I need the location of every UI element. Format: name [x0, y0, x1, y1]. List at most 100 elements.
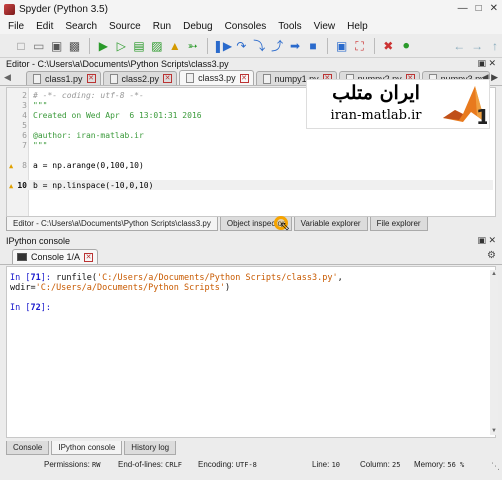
line-number: 4: [22, 110, 27, 120]
forward-icon[interactable]: →: [470, 38, 484, 54]
menu-tools[interactable]: Tools: [278, 21, 301, 32]
console-pane-title: IPython console: [6, 236, 71, 246]
menu-file[interactable]: File: [8, 21, 24, 32]
fullscreen-icon[interactable]: ⛶: [353, 38, 367, 54]
code-text: @author: iran-matlab.ir: [33, 130, 144, 140]
continue-icon[interactable]: ➡: [288, 38, 302, 54]
status-eol: End-of-lines: CRLF: [118, 460, 182, 469]
console-tabs: Console 1/A ✕ ⚙: [0, 247, 502, 265]
close-tab-icon[interactable]: ✕: [239, 73, 249, 83]
status-value: CRLF: [165, 461, 183, 469]
line-number-text: 8: [22, 160, 27, 170]
tab-file-explorer[interactable]: File explorer: [369, 217, 428, 231]
tab-history-log[interactable]: History log: [124, 441, 177, 455]
tab-list-icon[interactable]: ◀: [4, 72, 11, 83]
tab-variable-explorer[interactable]: Variable explorer: [293, 217, 368, 231]
resize-grip-icon[interactable]: ⋱: [491, 461, 500, 472]
line-number: ▲ 8: [7, 161, 29, 170]
tab-class1[interactable]: class1.py ✕: [26, 71, 101, 85]
status-permissions: Permissions: RW: [44, 460, 100, 469]
line-number: 6: [22, 130, 27, 140]
status-label: Memory:: [414, 460, 446, 469]
stop-debug-icon[interactable]: ■: [306, 38, 320, 54]
close-tab-icon[interactable]: ✕: [86, 74, 96, 83]
close-icon[interactable]: ✕: [490, 3, 498, 14]
toolbar-separator: [88, 37, 90, 54]
code-text: """: [33, 100, 48, 110]
step-icon[interactable]: ↷: [235, 38, 249, 54]
scroll-up-icon[interactable]: ▲: [490, 270, 498, 278]
warning-icon[interactable]: ▲: [9, 162, 13, 170]
menu-search[interactable]: Search: [65, 21, 97, 32]
tab-class3[interactable]: class3.py ✕: [179, 70, 254, 85]
console-options-icon[interactable]: ⚙: [487, 250, 496, 261]
console-line: In [72]:: [10, 303, 492, 313]
rerun-icon[interactable]: ➳: [186, 38, 200, 54]
minimize-icon[interactable]: —: [458, 3, 468, 14]
console-input[interactable]: [51, 303, 56, 313]
line-number: 3: [22, 100, 27, 110]
run-icon[interactable]: ▶: [96, 38, 110, 54]
file-icon: [186, 73, 195, 83]
menu-source[interactable]: Source: [109, 21, 141, 32]
console-spacer: [10, 293, 492, 303]
line-number: 7: [22, 140, 27, 150]
code-text: Created on Wed Apr 6 13:01:31 2016: [33, 110, 202, 120]
maximize-icon[interactable]: □: [476, 3, 482, 14]
title-bar: Spyder (Python 3.5) — □ ✕: [0, 0, 502, 18]
menu-run[interactable]: Run: [153, 21, 171, 32]
tab-ipython-console[interactable]: IPython console: [51, 441, 123, 455]
menu-debug[interactable]: Debug: [183, 21, 212, 32]
code-line: 6 @author: iran-matlab.ir: [7, 130, 493, 140]
pane-controls[interactable]: ▣ ✕: [477, 235, 496, 246]
file-icon: [109, 73, 118, 84]
step-return-icon[interactable]: ⤴: [270, 38, 284, 54]
menu-edit[interactable]: Edit: [36, 21, 53, 32]
window-controls: — □ ✕: [458, 3, 498, 14]
open-file-icon[interactable]: ▭: [32, 38, 46, 54]
editor-pane-title: Editor - C:\Users\a\Documents\Python Scr…: [6, 59, 229, 69]
python-path-icon[interactable]: ⚫: [399, 38, 413, 54]
tab-label: class1.py: [45, 73, 83, 84]
back-icon[interactable]: ←: [452, 38, 466, 54]
prompt: ]:: [40, 273, 51, 283]
code-line: ▲ 8 a = np.arange(0,100,10): [7, 160, 493, 170]
step-into-icon[interactable]: ⤵: [252, 38, 266, 54]
tab-editor[interactable]: Editor - C:\Users\a\Documents\Python Scr…: [6, 217, 218, 231]
run-cell-icon[interactable]: ▤: [132, 38, 146, 54]
console-scrollbar[interactable]: ▲ ▼: [490, 270, 498, 435]
status-value: 10: [331, 461, 341, 469]
new-file-icon[interactable]: □: [14, 38, 28, 54]
run-selection-icon[interactable]: ▲: [168, 38, 182, 54]
file-icon: [262, 73, 271, 84]
maximize-pane-icon[interactable]: ▣: [335, 38, 349, 54]
console-dock-tabs: Console IPython console History log: [0, 441, 502, 455]
editor-dock-tabs: Editor - C:\Users\a\Documents\Python Scr…: [0, 217, 502, 231]
console-string: 'C:/Users/a/Documents/Python Scripts': [35, 283, 225, 293]
code-text: # -*- coding: utf-8 -*-: [33, 90, 144, 100]
save-all-icon[interactable]: ▩: [68, 38, 82, 54]
status-label: Column:: [360, 460, 390, 469]
status-value: UTF-8: [235, 461, 257, 469]
tab-class2[interactable]: class2.py ✕: [102, 71, 178, 85]
tab-console-1a[interactable]: Console 1/A ✕: [12, 249, 99, 264]
scroll-down-icon[interactable]: ▼: [490, 427, 498, 435]
console-line: In [71]: runfile('C:/Users/a/Documents/P…: [10, 273, 492, 293]
menu-help[interactable]: Help: [347, 21, 368, 32]
ipython-console[interactable]: In [71]: runfile('C:/Users/a/Documents/P…: [6, 266, 496, 438]
close-tab-icon[interactable]: ✕: [163, 74, 173, 83]
run-config-icon[interactable]: ▷: [114, 38, 128, 54]
pane-controls[interactable]: ▣ ✕: [477, 58, 496, 69]
debug-icon[interactable]: ❚▶: [213, 38, 232, 54]
warning-icon[interactable]: ▲: [9, 182, 13, 190]
status-value: 56 %: [447, 461, 465, 469]
close-tab-icon[interactable]: ✕: [84, 252, 94, 262]
tab-console[interactable]: Console: [6, 441, 50, 455]
line-number-text: 10: [17, 180, 27, 190]
run-cell-advance-icon[interactable]: ▨: [150, 38, 164, 54]
working-dir-icon[interactable]: ↑: [488, 38, 502, 54]
menu-view[interactable]: View: [314, 21, 336, 32]
menu-consoles[interactable]: Consoles: [225, 21, 267, 32]
preferences-icon[interactable]: ✖: [381, 38, 395, 54]
save-icon[interactable]: ▣: [50, 38, 64, 54]
